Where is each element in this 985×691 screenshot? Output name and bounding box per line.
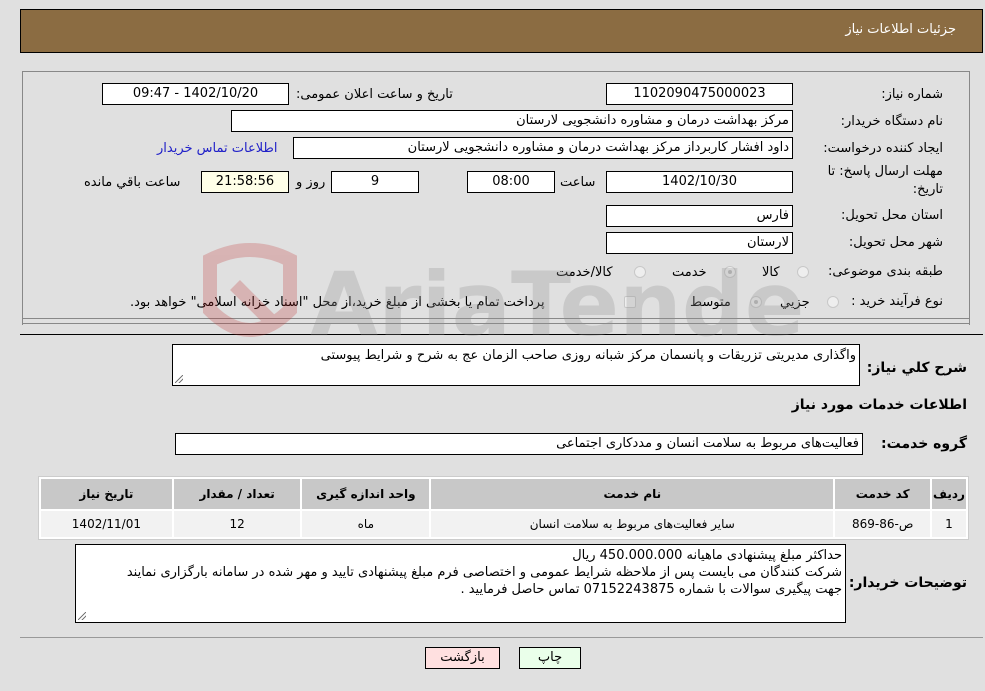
col-service-code: کد خدمت bbox=[835, 479, 930, 509]
treasury-checkbox[interactable] bbox=[624, 296, 636, 308]
buyer-notes-line: جهت پیگیری سوالات با شماره 07152243875 ت… bbox=[460, 582, 842, 597]
category-radio-goods[interactable] bbox=[797, 266, 809, 278]
province-field[interactable]: فارس bbox=[606, 205, 793, 227]
print-button[interactable]: چاپ bbox=[519, 647, 581, 669]
col-service-name: نام خدمت bbox=[431, 479, 834, 509]
buyer-notes-line: شرکت کنندگان می بایست پس از ملاحظه شرایط… bbox=[126, 565, 842, 580]
treasury-checkbox-label: پرداخت تمام یا بخشی از مبلغ خرید،از محل … bbox=[130, 295, 545, 310]
category-label: طبقه بندی موضوعی: bbox=[827, 264, 943, 279]
resize-grip-icon[interactable] bbox=[78, 612, 86, 620]
divider bbox=[22, 323, 970, 324]
description-textarea[interactable]: واگذاری مدیریتی تزریقات و پانسمان مرکز ش… bbox=[172, 344, 860, 386]
creator-field[interactable]: داود افشار کاربرداز مرکز بهداشت درمان و … bbox=[293, 137, 793, 159]
city-field[interactable]: لارستان bbox=[606, 232, 793, 254]
services-section-title: اطلاعات خدمات مورد نياز bbox=[791, 397, 967, 413]
table-header-row: رديف کد خدمت نام خدمت واحد اندازه گیری ت… bbox=[41, 479, 966, 509]
category-radio-goods-service[interactable] bbox=[634, 266, 646, 278]
deadline-date-field[interactable]: 1402/10/30 bbox=[606, 171, 793, 193]
buyer-contact-link[interactable]: اطلاعات تماس خریدار bbox=[157, 141, 277, 156]
process-minor-label: جزيي bbox=[780, 295, 810, 310]
services-table: رديف کد خدمت نام خدمت واحد اندازه گیری ت… bbox=[38, 476, 969, 540]
category-service-label: خدمت bbox=[672, 265, 707, 280]
remaining-time-field: 21:58:56 bbox=[201, 171, 289, 193]
announce-date-field[interactable]: 1402/10/20 - 09:47 bbox=[102, 83, 289, 105]
service-group-field[interactable]: فعالیت‌های مربوط به سلامت انسان و مددکار… bbox=[175, 433, 863, 455]
buyer-notes-textarea[interactable]: حداکثر مبلغ پیشنهادی ماهیانه 450.000.000… bbox=[75, 544, 846, 623]
deadline-label: مهلت ارسال پاسخ: تا bbox=[827, 164, 943, 179]
buyer-notes-label: توضیحات خریدار: bbox=[848, 575, 967, 591]
cell-row-number: 1 bbox=[931, 511, 966, 537]
deadline-time-label: ساعت bbox=[560, 175, 596, 190]
cell-quantity: 12 bbox=[173, 511, 301, 537]
announce-date-label: تاریخ و ساعت اعلان عمومی: bbox=[296, 87, 453, 102]
category-goods-service-label: کالا/خدمت bbox=[556, 265, 613, 280]
cell-need-date: 1402/11/01 bbox=[41, 511, 172, 537]
divider bbox=[20, 637, 983, 638]
table-row: 1 ص-86-869 سایر فعالیت‌های مربوط به سلام… bbox=[41, 511, 966, 537]
creator-label: ایجاد کننده درخواست: bbox=[823, 141, 943, 156]
process-medium-label: متوسط bbox=[690, 295, 731, 310]
description-text: واگذاری مدیریتی تزریقات و پانسمان مرکز ش… bbox=[320, 348, 856, 363]
city-label: شهر محل تحویل: bbox=[848, 235, 943, 250]
days-label: روز و bbox=[296, 175, 326, 190]
cell-service-code: ص-86-869 bbox=[835, 511, 930, 537]
need-number-label: شماره نیاز: bbox=[881, 87, 943, 102]
province-label: استان محل تحویل: bbox=[841, 208, 943, 223]
col-quantity: تعداد / مقدار bbox=[173, 479, 301, 509]
back-button[interactable]: بازگشت bbox=[425, 647, 500, 669]
process-radio-medium[interactable] bbox=[750, 296, 762, 308]
description-label: شرح كلي نياز: bbox=[866, 360, 967, 376]
days-remaining-field[interactable]: 9 bbox=[331, 171, 419, 193]
cell-unit: ماه bbox=[302, 511, 430, 537]
divider bbox=[22, 318, 970, 319]
category-goods-label: کالا bbox=[762, 265, 780, 280]
deadline-label-date: تاریخ: bbox=[912, 182, 943, 197]
col-unit: واحد اندازه گیری bbox=[302, 479, 430, 509]
category-radio-service[interactable] bbox=[724, 266, 736, 278]
buyer-org-field[interactable]: مرکز بهداشت درمان و مشاوره دانشجویی لارس… bbox=[231, 110, 793, 132]
col-row-number: رديف bbox=[931, 479, 966, 509]
deadline-time-field[interactable]: 08:00 bbox=[467, 171, 555, 193]
page-title: جزئیات اطلاعات نیاز bbox=[845, 22, 956, 37]
cell-service-name: سایر فعالیت‌های مربوط به سلامت انسان bbox=[431, 511, 834, 537]
buyer-org-label: نام دستگاه خریدار: bbox=[840, 114, 943, 129]
col-need-date: تاریخ نیاز bbox=[41, 479, 172, 509]
remaining-time-label: ساعت باقي مانده bbox=[84, 175, 181, 190]
resize-grip-icon[interactable] bbox=[175, 375, 183, 383]
process-type-label: نوع فرآیند خرید : bbox=[851, 294, 943, 309]
page-header: جزئیات اطلاعات نیاز bbox=[20, 9, 983, 53]
service-group-label: گروه خدمت: bbox=[881, 436, 967, 452]
divider bbox=[20, 334, 983, 335]
process-radio-minor[interactable] bbox=[827, 296, 839, 308]
buyer-notes-line: حداکثر مبلغ پیشنهادی ماهیانه 450.000.000… bbox=[572, 548, 842, 563]
need-number-field[interactable]: 1102090475000023 bbox=[606, 83, 793, 105]
